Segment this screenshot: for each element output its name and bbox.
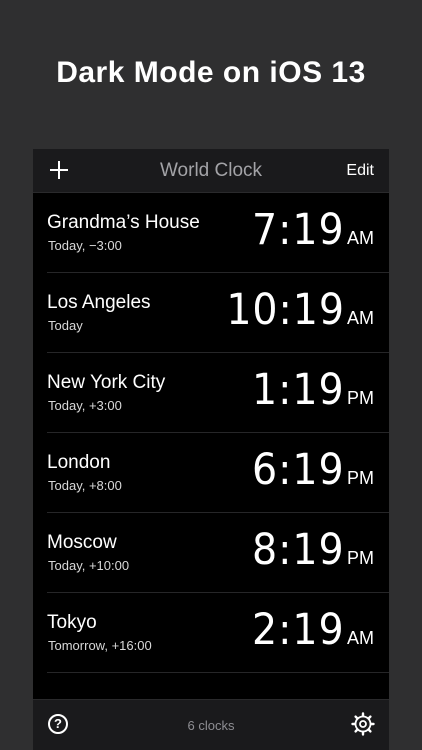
- clock-row[interactable]: Moscow Today, +10:00 8:19 PM: [47, 513, 389, 593]
- navigation-bar: World Clock Edit: [33, 149, 389, 193]
- bottom-toolbar: ? 6 clocks: [33, 699, 389, 750]
- edit-button[interactable]: Edit: [346, 162, 374, 180]
- time-offset: Today, −3:00: [48, 238, 122, 253]
- am-pm-label: PM: [347, 388, 374, 408]
- time-value: 6:19: [252, 445, 345, 495]
- am-pm-label: PM: [347, 548, 374, 568]
- time-offset: Today: [48, 318, 83, 333]
- time-value: 8:19: [252, 525, 345, 575]
- city-name: Tokyo: [47, 612, 97, 633]
- clock-row[interactable]: Grandma’s House Today, −3:00 7:19 AM: [47, 193, 389, 273]
- clock-time: 7:19 AM: [244, 205, 374, 255]
- clock-time: 8:19 PM: [244, 525, 374, 575]
- time-value: 1:19: [252, 365, 345, 415]
- time-value: 7:19: [252, 205, 345, 255]
- time-offset: Tomorrow, +16:00: [48, 638, 152, 653]
- plus-icon[interactable]: [47, 158, 71, 182]
- phone-screen: World Clock Edit Grandma’s House Today, …: [33, 149, 389, 750]
- city-name: New York City: [47, 372, 166, 393]
- city-name: London: [47, 452, 111, 473]
- clock-time: 6:19 PM: [244, 445, 374, 495]
- clock-row[interactable]: London Today, +8:00 6:19 PM: [47, 433, 389, 513]
- clock-row[interactable]: New York City Today, +3:00 1:19 PM: [47, 353, 389, 433]
- clock-time: 2:19 AM: [244, 605, 374, 655]
- city-name: Moscow: [47, 532, 117, 553]
- headline: Dark Mode on iOS 13: [56, 56, 366, 89]
- clock-list: Grandma’s House Today, −3:00 7:19 AM Los …: [33, 193, 389, 673]
- help-icon[interactable]: ?: [48, 714, 68, 734]
- am-pm-label: AM: [347, 228, 374, 248]
- time-value: 2:19: [252, 605, 345, 655]
- am-pm-label: PM: [347, 468, 374, 488]
- time-value: 10:19: [226, 285, 345, 335]
- clock-time: 10:19 AM: [216, 285, 374, 335]
- time-offset: Today, +8:00: [48, 478, 122, 493]
- clock-row[interactable]: Los Angeles Today 10:19 AM: [47, 273, 389, 353]
- city-name: Los Angeles: [47, 292, 151, 313]
- clock-time: 1:19 PM: [244, 365, 374, 415]
- clock-row[interactable]: Tokyo Tomorrow, +16:00 2:19 AM: [47, 593, 389, 673]
- clock-count: 6 clocks: [187, 718, 235, 733]
- gear-icon[interactable]: [351, 712, 375, 736]
- city-name: Grandma’s House: [47, 212, 200, 233]
- am-pm-label: AM: [347, 308, 374, 328]
- time-offset: Today, +10:00: [48, 558, 130, 573]
- am-pm-label: AM: [347, 628, 374, 648]
- page-title: World Clock: [159, 160, 263, 181]
- time-offset: Today, +3:00: [48, 398, 122, 413]
